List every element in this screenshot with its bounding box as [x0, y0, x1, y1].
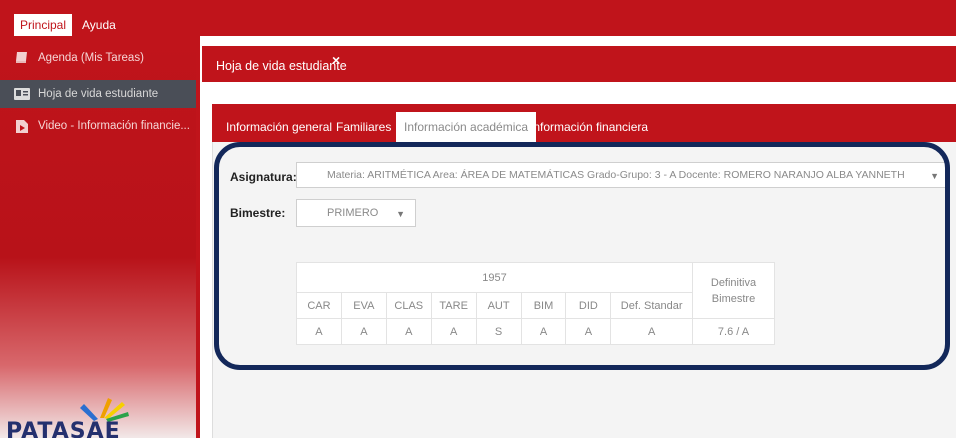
tab-informacion-financiera[interactable]: Información financiera: [526, 112, 652, 142]
menu-tab-ayuda[interactable]: Ayuda: [76, 14, 122, 36]
highlight-outline: [214, 142, 950, 370]
svg-text:PATASAE: PATASAE: [6, 419, 121, 438]
sidebar-item-agenda[interactable]: Agenda (Mis Tareas): [0, 44, 196, 72]
document-tab-bar: Hoja de vida estudiante ×: [202, 46, 956, 82]
close-icon[interactable]: ×: [332, 52, 340, 68]
book-icon: [16, 52, 27, 63]
tab-informacion-general[interactable]: Información general: [222, 112, 336, 142]
top-menu-bar: Principal Ayuda: [0, 0, 956, 36]
tab-informacion-academica[interactable]: Información académica: [396, 112, 537, 142]
menu-tab-principal[interactable]: Principal: [14, 14, 73, 36]
sidebar-item-hoja-de-vida[interactable]: Hoja de vida estudiante: [0, 80, 196, 108]
section-tabs: Información general Familiares Informaci…: [212, 104, 956, 142]
sidebar-item-video[interactable]: Video - Información financie...: [0, 112, 196, 140]
id-card-icon: [14, 88, 30, 100]
video-file-icon: [16, 120, 28, 133]
sidebar: Agenda (Mis Tareas) Hoja de vida estudia…: [0, 36, 200, 438]
tab-familiares[interactable]: Familiares: [332, 112, 395, 142]
document-tab-title[interactable]: Hoja de vida estudiante: [216, 46, 347, 82]
sidebar-item-label: Agenda (Mis Tareas): [38, 52, 144, 64]
sidebar-item-label: Hoja de vida estudiante: [38, 88, 159, 100]
patasae-logo: PATASAE: [6, 398, 129, 438]
sidebar-item-label: Video - Información financie...: [38, 120, 190, 132]
